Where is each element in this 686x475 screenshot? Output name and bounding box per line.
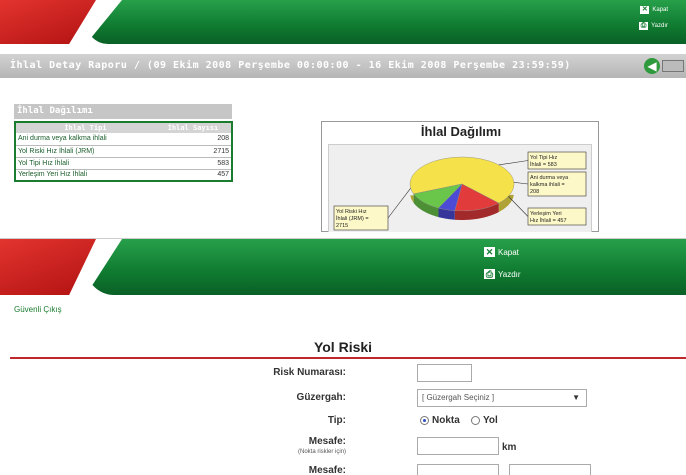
header-banner: ✕ Kapat ⎙ Yazdır [0, 0, 686, 44]
back-icon[interactable]: ◀ [644, 58, 660, 74]
page-title: Yol Riski [313, 339, 373, 355]
table-row: Yol Riski Hız İhlali (JRM) 2715 [15, 145, 232, 158]
print-label: Yazdır [498, 269, 521, 279]
close-label: Kapat [498, 247, 519, 257]
chevron-down-icon: ▼ [572, 393, 580, 402]
radio-selected-icon [420, 416, 429, 425]
form-screenshot: ✕ Kapat ⎙ Yazdır Güvenli Çıkış Yol Riski… [0, 238, 686, 475]
violation-type: Ani durma veya kalkma ihlali [15, 133, 155, 146]
type-label: Tip: [327, 415, 346, 426]
distance-label: Mesafe: [308, 436, 346, 447]
close-label: Kapat [652, 7, 668, 13]
risk-number-input[interactable] [417, 364, 472, 382]
violation-count: 457 [154, 169, 232, 182]
close-icon: ✕ [640, 6, 650, 14]
distance2-label: Mesafe: [308, 465, 346, 475]
type-option-point: Nokta [432, 415, 460, 426]
distance2-to-input[interactable] [509, 464, 591, 475]
print-icon: ⎙ [484, 269, 495, 279]
violation-table: İhlal Tipi İhlal Sayısı Ani durma veya k… [14, 121, 233, 182]
table-row: Yerleşim Yeri Hız İhlali 457 [15, 169, 232, 182]
violation-type: Yol Riski Hız İhlali (JRM) [15, 145, 155, 158]
pie-chart: Yol Riski Hız İhlali (JRM) = 2715Yol Tipi … [333, 151, 587, 231]
print-icon: ⎙ [639, 22, 649, 30]
route-label: Güzergah: [296, 392, 346, 403]
header-banner: ✕ Kapat ⎙ Yazdır [0, 239, 686, 295]
distance-note: (Nokta riskler için) [297, 449, 346, 455]
print-label: Yazdır [651, 23, 668, 29]
pie-label-leader [513, 182, 529, 185]
table-row: Ani durma veya kalkma ihlali 208 [15, 133, 232, 146]
route-selected-value: [ Güzergah Seçiniz ] [422, 393, 495, 402]
radio-unselected-icon [471, 416, 480, 425]
close-icon: ✕ [484, 247, 495, 257]
brand-green-bar [86, 239, 686, 295]
distance2-from-input[interactable] [417, 464, 499, 475]
close-button[interactable]: ✕ Kapat [640, 6, 668, 14]
risk-number-label: Risk Numarası: [273, 367, 346, 378]
brand-red-shape [0, 239, 96, 295]
report-title: İhlal Detay Raporu / (09 Ekim 2008 Perşe… [0, 54, 686, 78]
route-select[interactable]: [ Güzergah Seçiniz ] ▼ [417, 389, 587, 407]
close-button[interactable]: ✕ Kapat [484, 247, 519, 257]
printer-icon[interactable] [662, 60, 684, 72]
distance-input[interactable] [417, 437, 499, 455]
type-radio-point[interactable]: Nokta [420, 415, 460, 426]
distance-label-group: Mesafe: (Nokta riskler için) [298, 437, 346, 457]
print-button[interactable]: ⎙ Yazdır [484, 269, 521, 279]
violation-count: 208 [154, 133, 232, 146]
violation-type: Yol Tipi Hız İhlali [15, 157, 155, 170]
violation-type: Yerleşim Yeri Hız İhlali [15, 169, 155, 182]
report-screenshot: ✕ Kapat ⎙ Yazdır İhlal Detay Raporu / (0… [0, 0, 686, 232]
type-radio-road[interactable]: Yol [471, 415, 498, 426]
logout-link[interactable]: Güvenli Çıkış [14, 305, 62, 314]
title-divider [10, 357, 686, 359]
table-row: Yol Tipi Hız İhlali 583 [15, 157, 232, 170]
print-button[interactable]: ⎙ Yazdır [639, 22, 668, 30]
brand-red-shape [0, 0, 96, 44]
column-header-count: İhlal Sayısı [154, 122, 232, 133]
violation-count: 2715 [154, 145, 232, 158]
pie-data-label: Yerleşim Yeri Hız İhlali = 457 [530, 211, 567, 224]
type-option-road: Yol [483, 415, 498, 426]
pie-data-label: Yol Tipi Hız İhlali = 583 [530, 155, 558, 168]
brand-green-bar [86, 0, 686, 44]
violation-count: 583 [154, 157, 232, 170]
pie-chart-panel: İhlal Dağılımı Yol Riski Hız İhlali (JRM)… [321, 121, 599, 232]
distance-unit: km [502, 442, 517, 453]
pie-label-leader [498, 160, 529, 166]
pie-label-leader [508, 196, 529, 217]
section-title: İhlal Dağılımı [14, 104, 232, 119]
column-header-type: İhlal Tipi [15, 122, 155, 133]
pie-label-leader [387, 188, 411, 219]
